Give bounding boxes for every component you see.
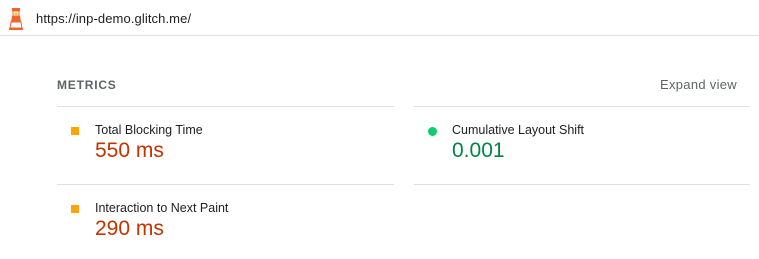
metric-value: 290 ms (95, 217, 164, 240)
metric-value: 550 ms (95, 139, 164, 162)
page-url[interactable]: https://inp-demo.glitch.me/ (36, 11, 191, 26)
divider (57, 184, 394, 185)
average-status-square-icon (71, 205, 79, 213)
metric-value: 0.001 (452, 139, 505, 162)
metric-label: Total Blocking Time (95, 123, 203, 137)
pass-status-circle-icon (428, 127, 437, 136)
metric-cumulative-layout-shift: Cumulative Layout Shift 0.001 (428, 123, 748, 171)
average-status-square-icon (71, 127, 79, 135)
divider (414, 184, 750, 185)
address-bar: https://inp-demo.glitch.me/ (0, 0, 759, 36)
divider (414, 106, 750, 107)
metric-label: Cumulative Layout Shift (452, 123, 585, 137)
lighthouse-icon (8, 8, 24, 30)
metric-label: Interaction to Next Paint (95, 201, 229, 215)
divider (57, 106, 394, 107)
metrics-heading: METRICS (57, 78, 117, 92)
metric-total-blocking-time: Total Blocking Time 550 ms (71, 123, 391, 171)
metric-interaction-to-next-paint: Interaction to Next Paint 290 ms (71, 201, 391, 249)
expand-view-button[interactable]: Expand view (660, 77, 737, 92)
